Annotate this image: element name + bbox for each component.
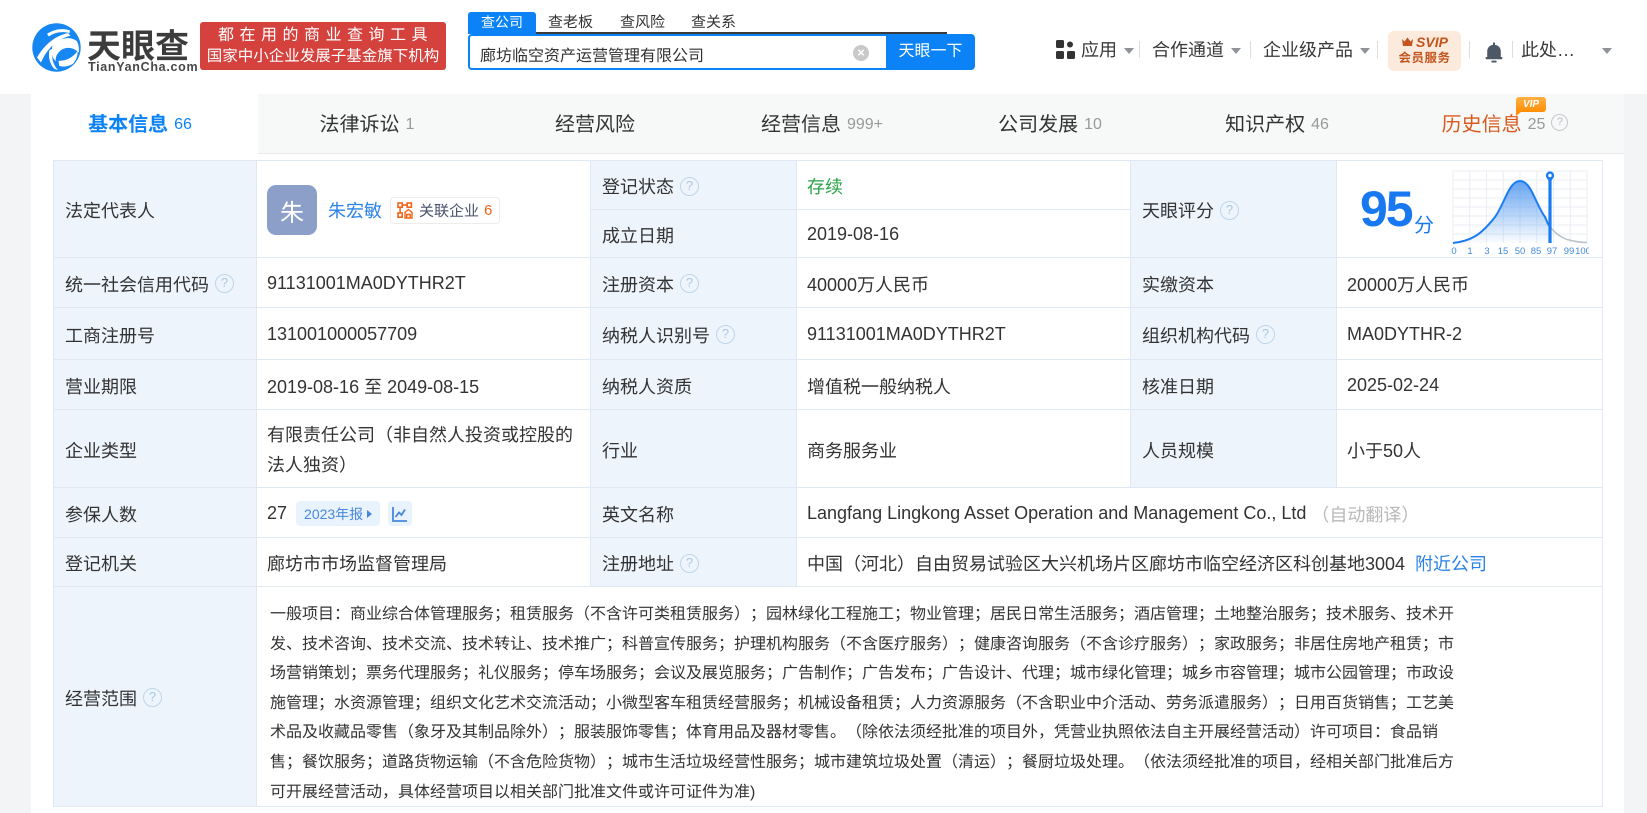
svg-text:100: 100	[1575, 246, 1589, 257]
svg-text:97: 97	[1547, 246, 1558, 257]
svg-text:85: 85	[1531, 246, 1542, 257]
svg-text:15: 15	[1498, 246, 1509, 257]
svg-text:99: 99	[1564, 246, 1575, 257]
svg-text:1: 1	[1467, 246, 1472, 257]
svg-text:50: 50	[1515, 246, 1526, 257]
svg-text:3: 3	[1484, 246, 1489, 257]
svg-text:0: 0	[1451, 246, 1456, 257]
